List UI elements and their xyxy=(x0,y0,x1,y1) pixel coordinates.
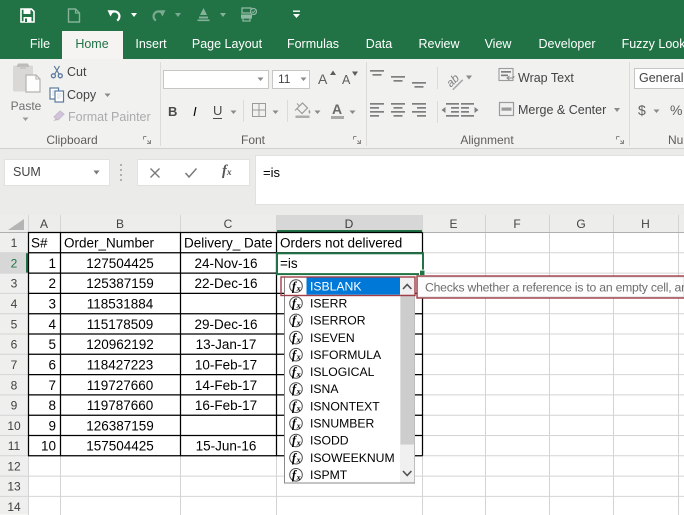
svg-text:10: 10 xyxy=(41,439,56,454)
svg-text:B: B xyxy=(116,217,124,231)
svg-text:8: 8 xyxy=(11,378,18,392)
svg-text:x: x xyxy=(296,353,301,362)
svg-text:Order_Number: Order_Number xyxy=(64,236,155,251)
svg-text:120962192: 120962192 xyxy=(86,337,154,352)
svg-text:3: 3 xyxy=(11,277,18,291)
svg-text:H: H xyxy=(641,217,650,231)
svg-text:16-Feb-17: 16-Feb-17 xyxy=(195,398,257,413)
svg-text:x: x xyxy=(296,336,301,345)
svg-text:C: C xyxy=(224,217,233,231)
svg-text:ISOWEEKNUM: ISOWEEKNUM xyxy=(310,451,395,465)
svg-text:5: 5 xyxy=(11,317,18,331)
svg-text:29-Dec-16: 29-Dec-16 xyxy=(194,317,257,332)
svg-text:x: x xyxy=(296,387,301,396)
svg-text:ISNUMBER: ISNUMBER xyxy=(310,417,375,431)
svg-text:ISPMT: ISPMT xyxy=(310,468,348,482)
svg-text:ISERROR: ISERROR xyxy=(310,314,366,328)
svg-text:12: 12 xyxy=(7,460,21,474)
svg-text:x: x xyxy=(296,421,301,430)
svg-text:Merge & Center: Merge & Center xyxy=(518,103,606,117)
svg-text:ISODD: ISODD xyxy=(310,434,349,448)
svg-text:5: 5 xyxy=(48,337,56,352)
svg-text:Delivery_ Date: Delivery_ Date xyxy=(184,236,273,251)
svg-text:Alignment: Alignment xyxy=(460,133,514,147)
svg-text:8: 8 xyxy=(48,398,56,413)
svg-text:125387159: 125387159 xyxy=(86,276,154,291)
svg-text:S#: S# xyxy=(31,236,48,251)
svg-text:9: 9 xyxy=(48,418,56,433)
svg-text:13-Jan-17: 13-Jan-17 xyxy=(196,337,257,352)
svg-text:126387159: 126387159 xyxy=(86,418,154,433)
svg-text:x: x xyxy=(296,456,301,465)
svg-text:119787660: 119787660 xyxy=(87,398,154,413)
svg-text:118427223: 118427223 xyxy=(87,358,154,373)
svg-text:3: 3 xyxy=(48,297,56,312)
svg-text:6: 6 xyxy=(11,338,18,352)
svg-text:Wrap Text: Wrap Text xyxy=(518,71,574,85)
svg-text:10: 10 xyxy=(7,419,21,433)
svg-text:13: 13 xyxy=(7,480,21,494)
svg-text:Orders not delivered: Orders not delivered xyxy=(280,236,402,251)
svg-text:ISNA: ISNA xyxy=(310,382,339,396)
svg-text:1: 1 xyxy=(48,256,56,271)
svg-text:14: 14 xyxy=(7,500,21,514)
svg-text:ISBLANK: ISBLANK xyxy=(310,279,361,293)
svg-text:118531884: 118531884 xyxy=(87,297,154,312)
svg-text:x: x xyxy=(296,404,301,413)
svg-text:x: x xyxy=(296,318,301,327)
svg-text:9: 9 xyxy=(11,399,18,413)
svg-text:x: x xyxy=(296,301,301,310)
svg-text:15-Jun-16: 15-Jun-16 xyxy=(196,439,257,454)
svg-text:x: x xyxy=(296,284,301,293)
svg-text:G: G xyxy=(576,217,585,231)
svg-text:22-Dec-16: 22-Dec-16 xyxy=(194,276,257,291)
svg-text:ISLOGICAL: ISLOGICAL xyxy=(310,365,375,379)
svg-text:7: 7 xyxy=(48,378,56,393)
svg-text:4: 4 xyxy=(11,297,18,311)
svg-text:7: 7 xyxy=(11,358,18,372)
svg-text:2: 2 xyxy=(48,276,56,291)
svg-text:x: x xyxy=(296,439,301,448)
svg-text:E: E xyxy=(449,217,457,231)
svg-text:=is: =is xyxy=(280,256,298,271)
svg-text:A: A xyxy=(40,217,48,231)
svg-text:x: x xyxy=(296,370,301,379)
svg-text:157504425: 157504425 xyxy=(86,439,154,454)
svg-text:127504425: 127504425 xyxy=(86,256,154,271)
svg-text:115178509: 115178509 xyxy=(87,317,154,332)
svg-text:ISFORMULA: ISFORMULA xyxy=(310,348,382,362)
svg-text:Checks whether a reference is: Checks whether a reference is to an empt… xyxy=(425,281,684,295)
svg-text:24-Nov-16: 24-Nov-16 xyxy=(194,256,257,271)
svg-text:4: 4 xyxy=(48,317,56,332)
svg-text:11: 11 xyxy=(8,439,21,453)
svg-text:10-Feb-17: 10-Feb-17 xyxy=(195,358,257,373)
svg-text:ab: ab xyxy=(445,72,463,90)
svg-text:x: x xyxy=(296,473,301,482)
svg-text:1: 1 xyxy=(11,236,18,250)
svg-text:D: D xyxy=(345,217,354,231)
svg-text:119727660: 119727660 xyxy=(87,378,154,393)
svg-text:6: 6 xyxy=(48,358,56,373)
svg-text:ISNONTEXT: ISNONTEXT xyxy=(310,399,380,413)
svg-text:14-Feb-17: 14-Feb-17 xyxy=(195,378,257,393)
svg-text:ISEVEN: ISEVEN xyxy=(310,331,355,345)
svg-text:ISERR: ISERR xyxy=(310,296,347,310)
svg-text:2: 2 xyxy=(11,257,18,271)
svg-text:F: F xyxy=(513,217,520,231)
